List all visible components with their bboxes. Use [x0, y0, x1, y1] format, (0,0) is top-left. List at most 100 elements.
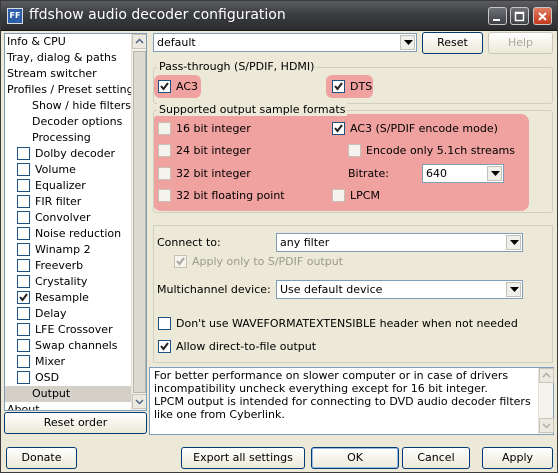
- tree-item-checkbox[interactable]: [17, 147, 30, 160]
- chevron-down-icon[interactable]: [506, 282, 521, 297]
- tree-item-checkbox[interactable]: [17, 195, 30, 208]
- scroll-down-arrow-icon[interactable]: [132, 394, 146, 409]
- tree-item-label: About: [7, 403, 40, 411]
- settings-tree[interactable]: Info & CPU Tray, dialog & paths Stream swi…: [4, 33, 147, 411]
- tree-item-checkbox[interactable]: [17, 179, 30, 192]
- tree-item-0[interactable]: Info & CPU: [5, 34, 131, 50]
- bit16-checkbox[interactable]: [158, 122, 171, 135]
- tree-item-3[interactable]: Profiles / Preset settings: [5, 82, 139, 98]
- export-settings-button[interactable]: Export all settings: [181, 447, 305, 469]
- scroll-up-arrow-icon[interactable]: [132, 34, 146, 49]
- info-text: For better performance on slower compute…: [154, 369, 531, 421]
- minimize-button[interactable]: [488, 7, 507, 25]
- float32-checkbox[interactable]: [158, 189, 171, 202]
- tree-item-5[interactable]: Decoder options: [5, 114, 131, 130]
- donate-button[interactable]: Donate: [6, 447, 77, 469]
- chevron-down-icon[interactable]: [400, 35, 415, 50]
- tree-item-16[interactable]: Resample: [5, 290, 131, 306]
- info-scrollbar[interactable]: [538, 368, 554, 434]
- tree-item-22[interactable]: Output: [5, 386, 131, 402]
- tree-item-6[interactable]: Processing: [5, 130, 131, 146]
- dialog-window: FF ffdshow audio decoder configuration I…: [0, 0, 558, 473]
- tree-scroll-thumb[interactable]: [133, 51, 146, 393]
- ac3-passthrough-checkbox[interactable]: [158, 80, 171, 93]
- multichannel-label: Multichannel device:: [157, 283, 271, 296]
- tree-item-checkbox[interactable]: [17, 211, 30, 224]
- tree-item-checkbox[interactable]: [17, 355, 30, 368]
- tree-item-13[interactable]: Winamp 2: [5, 242, 131, 258]
- tree-item-label: Profiles / Preset settings: [7, 83, 140, 96]
- dts-passthrough-checkbox[interactable]: [332, 80, 345, 93]
- encode-only-51-checkbox[interactable]: [348, 144, 361, 157]
- tree-item-checkbox[interactable]: [17, 163, 30, 176]
- tree-item-9[interactable]: Equalizer: [5, 178, 131, 194]
- tree-item-checkbox[interactable]: [17, 371, 30, 384]
- tree-item-checkbox[interactable]: [17, 227, 30, 240]
- tree-item-checkbox[interactable]: [17, 275, 30, 288]
- multichannel-combo[interactable]: Use default device: [276, 280, 523, 299]
- reset-order-button[interactable]: Reset order: [4, 412, 147, 434]
- bitrate-combo[interactable]: 640: [422, 164, 504, 183]
- tree-item-checkbox[interactable]: [17, 291, 30, 304]
- tree-item-checkbox[interactable]: [17, 243, 30, 256]
- scroll-up-arrow-icon[interactable]: [539, 368, 554, 383]
- tree-item-21[interactable]: OSD: [5, 370, 131, 386]
- tree-item-2[interactable]: Stream switcher: [5, 66, 131, 82]
- tree-item-1[interactable]: Tray, dialog & paths: [5, 50, 131, 66]
- apply-button[interactable]: Apply: [482, 447, 553, 469]
- tree-item-15[interactable]: Crystality: [5, 274, 131, 290]
- chevron-down-icon[interactable]: [506, 235, 521, 250]
- connect-to-label: Connect to:: [157, 236, 221, 249]
- reset-button[interactable]: Reset: [422, 32, 483, 54]
- preset-combo[interactable]: default: [153, 33, 417, 52]
- title-bar[interactable]: FF ffdshow audio decoder configuration: [1, 1, 557, 31]
- tree-item-7[interactable]: Dolby decoder: [5, 146, 131, 162]
- waveformat-checkbox[interactable]: [158, 317, 171, 330]
- tree-item-label: Winamp 2: [35, 243, 91, 256]
- tree-item-checkbox[interactable]: [17, 259, 30, 272]
- tree-item-checkbox[interactable]: [17, 323, 30, 336]
- bit24-checkbox[interactable]: [158, 144, 171, 157]
- tree-item-14[interactable]: Freeverb: [5, 258, 131, 274]
- tree-scrollbar[interactable]: [131, 34, 146, 410]
- passthrough-title: Pass-through (S/PDIF, HDMI): [157, 60, 317, 73]
- tree-item-label: Delay: [35, 307, 67, 320]
- tree-item-18[interactable]: LFE Crossover: [5, 322, 131, 338]
- tree-item-checkbox[interactable]: [17, 307, 30, 320]
- tree-item-23[interactable]: About: [5, 402, 131, 411]
- tree-item-label: FIR filter: [35, 195, 82, 208]
- tree-item-8[interactable]: Volume: [5, 162, 131, 178]
- tree-item-19[interactable]: Swap channels: [5, 338, 131, 354]
- ac3-encode-checkbox[interactable]: [332, 122, 345, 135]
- help-button[interactable]: Help: [488, 32, 553, 54]
- info-textbox[interactable]: For better performance on slower compute…: [149, 367, 554, 435]
- window-title: ffdshow audio decoder configuration: [29, 7, 286, 23]
- connect-to-combo[interactable]: any filter: [276, 233, 523, 252]
- direct-to-file-checkbox[interactable]: [158, 340, 171, 353]
- tree-item-label: Processing: [32, 131, 91, 144]
- chevron-down-icon[interactable]: [487, 166, 502, 181]
- tree-item-label: Resample: [35, 291, 89, 304]
- maximize-button[interactable]: [510, 7, 529, 25]
- tree-item-checkbox[interactable]: [17, 339, 30, 352]
- tree-item-label: Output: [32, 387, 71, 400]
- bit32-checkbox[interactable]: [158, 167, 171, 180]
- tree-item-12[interactable]: Noise reduction: [5, 226, 131, 242]
- dts-passthrough-label: DTS: [350, 80, 373, 93]
- cancel-button[interactable]: Cancel: [402, 447, 470, 469]
- close-button[interactable]: [533, 7, 552, 25]
- tree-item-17[interactable]: Delay: [5, 306, 131, 322]
- ok-button[interactable]: OK: [311, 447, 399, 469]
- scroll-down-arrow-icon[interactable]: [539, 418, 554, 433]
- tree-item-label: Info & CPU: [7, 35, 66, 48]
- tree-item-label: Stream switcher: [7, 67, 97, 80]
- tree-item-11[interactable]: Convolver: [5, 210, 131, 226]
- tree-item-4[interactable]: Show / hide filters: [5, 98, 131, 114]
- tree-item-20[interactable]: Mixer: [5, 354, 131, 370]
- tree-item-10[interactable]: FIR filter: [5, 194, 131, 210]
- tree-item-label: Convolver: [35, 211, 91, 224]
- tree-item-label: Decoder options: [32, 115, 123, 128]
- spdif-only-checkbox[interactable]: [174, 255, 187, 268]
- lpcm-checkbox[interactable]: [332, 189, 345, 202]
- bit24-label: 24 bit integer: [176, 144, 251, 157]
